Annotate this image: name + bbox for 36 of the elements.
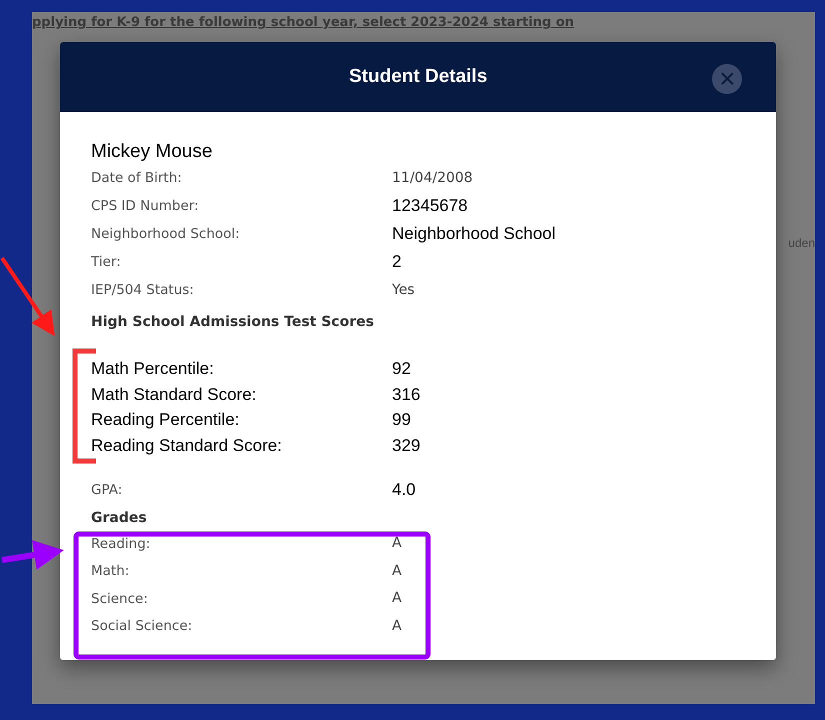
field-value: 316 bbox=[392, 384, 420, 406]
field-value: A bbox=[392, 562, 402, 581]
field-value: 329 bbox=[392, 434, 420, 456]
student-name: Mickey Mouse bbox=[91, 140, 214, 164]
field-label: Reading: bbox=[91, 534, 152, 554]
field-label: Math Standard Score: bbox=[91, 384, 258, 406]
field-label: Date of Birth: bbox=[91, 168, 183, 188]
field-value: A bbox=[392, 534, 402, 554]
field-value: 92 bbox=[392, 358, 411, 380]
annotation-arrow bbox=[2, 540, 64, 570]
field-label: CPS ID Number: bbox=[91, 196, 200, 216]
modal-title: Student Details bbox=[348, 64, 488, 89]
field-label: GPA: bbox=[91, 480, 124, 500]
field-value: Neighborhood School bbox=[392, 223, 556, 246]
field-value: 2 bbox=[392, 251, 402, 274]
field-value: 99 bbox=[392, 409, 411, 431]
field-label: Math Percentile: bbox=[91, 358, 215, 380]
field-value: 4.0 bbox=[392, 479, 416, 502]
section-heading: Grades bbox=[91, 510, 147, 526]
close-button[interactable]: × bbox=[712, 64, 742, 94]
field-label: Science: bbox=[91, 590, 149, 609]
field-value: A bbox=[392, 616, 402, 636]
field-value: 12345678 bbox=[392, 195, 468, 218]
field-label: Reading Percentile: bbox=[91, 409, 240, 431]
field-label: IEP/504 Status: bbox=[91, 280, 195, 300]
field-value: 11/04/2008 bbox=[392, 168, 473, 188]
field-label: Reading Standard Score: bbox=[91, 434, 283, 456]
field-value: Yes bbox=[392, 280, 415, 300]
field-label: Tier: bbox=[91, 252, 122, 272]
field-label: Neighborhood School: bbox=[91, 224, 241, 244]
field-value: A bbox=[392, 589, 402, 608]
field-label: Math: bbox=[91, 562, 130, 582]
section-heading: High School Admissions Test Scores bbox=[91, 314, 374, 330]
background-fragment-text: uden bbox=[788, 235, 815, 252]
background-banner-text: pplying for K-9 for the following school year, select 2023-2024 starting on bbox=[32, 14, 574, 32]
field-label: Social Science: bbox=[91, 617, 194, 636]
